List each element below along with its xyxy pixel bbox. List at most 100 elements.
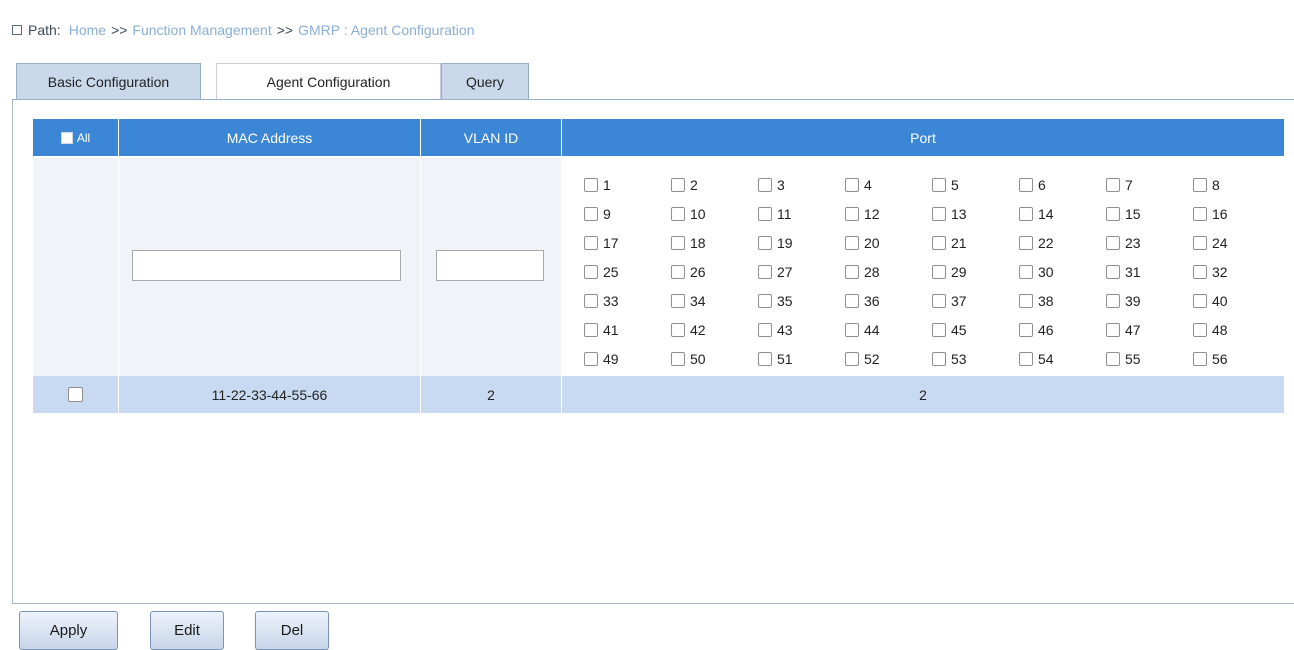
port-option[interactable]: 11 bbox=[758, 199, 845, 228]
port-option[interactable]: 49 bbox=[584, 344, 671, 373]
port-option[interactable]: 38 bbox=[1019, 286, 1106, 315]
port-option[interactable]: 43 bbox=[758, 315, 845, 344]
port-option[interactable]: 20 bbox=[845, 228, 932, 257]
port-checkbox[interactable] bbox=[1193, 293, 1207, 308]
port-checkbox[interactable] bbox=[584, 351, 598, 366]
port-checkbox[interactable] bbox=[758, 293, 772, 308]
port-option[interactable]: 34 bbox=[671, 286, 758, 315]
port-checkbox[interactable] bbox=[932, 293, 946, 308]
port-checkbox[interactable] bbox=[1019, 235, 1033, 250]
port-option[interactable]: 5 bbox=[932, 170, 1019, 199]
port-checkbox[interactable] bbox=[932, 206, 946, 221]
port-checkbox[interactable] bbox=[1019, 293, 1033, 308]
port-option[interactable]: 3 bbox=[758, 170, 845, 199]
port-checkbox[interactable] bbox=[1019, 177, 1033, 192]
port-checkbox[interactable] bbox=[758, 264, 772, 279]
port-checkbox[interactable] bbox=[1193, 177, 1207, 192]
port-checkbox[interactable] bbox=[584, 264, 598, 279]
port-option[interactable]: 35 bbox=[758, 286, 845, 315]
port-checkbox[interactable] bbox=[584, 293, 598, 308]
port-option[interactable]: 48 bbox=[1193, 315, 1280, 344]
port-checkbox[interactable] bbox=[584, 177, 598, 192]
port-checkbox[interactable] bbox=[1193, 322, 1207, 337]
select-all-header[interactable]: All bbox=[33, 119, 119, 156]
port-checkbox[interactable] bbox=[1106, 206, 1120, 221]
port-option[interactable]: 47 bbox=[1106, 315, 1193, 344]
port-checkbox[interactable] bbox=[932, 322, 946, 337]
port-checkbox[interactable] bbox=[1193, 351, 1207, 366]
tab-query[interactable]: Query bbox=[441, 63, 529, 100]
port-checkbox[interactable] bbox=[845, 351, 859, 366]
port-checkbox[interactable] bbox=[932, 235, 946, 250]
table-row[interactable]: 11-22-33-44-55-66 2 2 bbox=[33, 376, 1284, 413]
port-checkbox[interactable] bbox=[845, 206, 859, 221]
port-option[interactable]: 12 bbox=[845, 199, 932, 228]
port-checkbox[interactable] bbox=[1019, 351, 1033, 366]
port-option[interactable]: 28 bbox=[845, 257, 932, 286]
port-checkbox[interactable] bbox=[671, 293, 685, 308]
port-checkbox[interactable] bbox=[845, 293, 859, 308]
port-checkbox[interactable] bbox=[1106, 264, 1120, 279]
port-option[interactable]: 4 bbox=[845, 170, 932, 199]
port-checkbox[interactable] bbox=[1106, 293, 1120, 308]
port-checkbox[interactable] bbox=[1106, 177, 1120, 192]
port-option[interactable]: 8 bbox=[1193, 170, 1280, 199]
port-option[interactable]: 24 bbox=[1193, 228, 1280, 257]
apply-button[interactable]: Apply bbox=[19, 611, 118, 650]
vlan-id-input[interactable] bbox=[436, 250, 544, 281]
port-checkbox[interactable] bbox=[671, 351, 685, 366]
port-checkbox[interactable] bbox=[671, 177, 685, 192]
port-option[interactable]: 17 bbox=[584, 228, 671, 257]
edit-button[interactable]: Edit bbox=[150, 611, 224, 650]
port-option[interactable]: 10 bbox=[671, 199, 758, 228]
port-checkbox[interactable] bbox=[671, 206, 685, 221]
port-option[interactable]: 44 bbox=[845, 315, 932, 344]
port-checkbox[interactable] bbox=[584, 322, 598, 337]
port-checkbox[interactable] bbox=[758, 177, 772, 192]
port-option[interactable]: 37 bbox=[932, 286, 1019, 315]
port-checkbox[interactable] bbox=[932, 351, 946, 366]
port-option[interactable]: 55 bbox=[1106, 344, 1193, 373]
port-option[interactable]: 54 bbox=[1019, 344, 1106, 373]
port-option[interactable]: 6 bbox=[1019, 170, 1106, 199]
port-checkbox[interactable] bbox=[671, 235, 685, 250]
port-option[interactable]: 27 bbox=[758, 257, 845, 286]
port-checkbox[interactable] bbox=[1193, 235, 1207, 250]
mac-address-input[interactable] bbox=[132, 250, 401, 281]
port-option[interactable]: 42 bbox=[671, 315, 758, 344]
port-option[interactable]: 29 bbox=[932, 257, 1019, 286]
port-checkbox[interactable] bbox=[1019, 264, 1033, 279]
port-checkbox[interactable] bbox=[932, 177, 946, 192]
port-option[interactable]: 51 bbox=[758, 344, 845, 373]
port-checkbox[interactable] bbox=[1019, 206, 1033, 221]
port-option[interactable]: 46 bbox=[1019, 315, 1106, 344]
port-option[interactable]: 14 bbox=[1019, 199, 1106, 228]
port-checkbox[interactable] bbox=[1019, 322, 1033, 337]
port-option[interactable]: 13 bbox=[932, 199, 1019, 228]
breadcrumb-function-management-link[interactable]: Function Management bbox=[132, 22, 271, 38]
port-option[interactable]: 1 bbox=[584, 170, 671, 199]
port-checkbox[interactable] bbox=[845, 177, 859, 192]
port-checkbox[interactable] bbox=[1106, 322, 1120, 337]
port-checkbox[interactable] bbox=[932, 264, 946, 279]
port-checkbox[interactable] bbox=[758, 322, 772, 337]
port-option[interactable]: 31 bbox=[1106, 257, 1193, 286]
port-option[interactable]: 26 bbox=[671, 257, 758, 286]
port-checkbox[interactable] bbox=[671, 322, 685, 337]
port-option[interactable]: 53 bbox=[932, 344, 1019, 373]
port-option[interactable]: 22 bbox=[1019, 228, 1106, 257]
tab-agent-configuration[interactable]: Agent Configuration bbox=[216, 63, 441, 101]
del-button[interactable]: Del bbox=[255, 611, 329, 650]
port-option[interactable]: 32 bbox=[1193, 257, 1280, 286]
breadcrumb-gmrp-agent-configuration[interactable]: GMRP : Agent Configuration bbox=[298, 22, 474, 38]
port-checkbox[interactable] bbox=[758, 351, 772, 366]
row-checkbox[interactable] bbox=[68, 387, 83, 402]
port-checkbox[interactable] bbox=[1193, 264, 1207, 279]
port-checkbox[interactable] bbox=[584, 206, 598, 221]
port-checkbox[interactable] bbox=[1193, 206, 1207, 221]
port-checkbox[interactable] bbox=[845, 264, 859, 279]
port-option[interactable]: 23 bbox=[1106, 228, 1193, 257]
port-option[interactable]: 7 bbox=[1106, 170, 1193, 199]
port-option[interactable]: 39 bbox=[1106, 286, 1193, 315]
port-checkbox[interactable] bbox=[758, 206, 772, 221]
